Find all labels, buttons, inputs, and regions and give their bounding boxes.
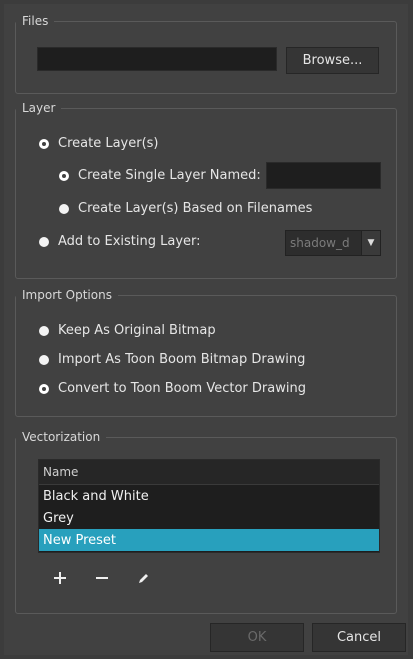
preset-item-grey[interactable]: Grey [39, 507, 379, 529]
create-single-layer-radio[interactable]: Create Single Layer Named: [59, 168, 261, 183]
pencil-icon[interactable] [133, 568, 153, 588]
vectorization-legend: Vectorization [22, 430, 101, 444]
create-layers-filenames-radio[interactable]: Create Layer(s) Based on Filenames [59, 201, 312, 216]
ok-button[interactable]: OK [210, 623, 304, 652]
radio-selected-icon [39, 383, 49, 394]
option-label: Keep As Original Bitmap [58, 323, 216, 338]
single-layer-name-input[interactable] [266, 162, 381, 189]
dropdown-arrow-icon[interactable]: ▼ [361, 231, 380, 255]
radio-unselected-icon [39, 325, 49, 336]
import-options-legend: Import Options [22, 288, 112, 302]
create-layers-radio[interactable]: Create Layer(s) [39, 136, 159, 151]
existing-layer-value: shadow_d [290, 236, 350, 250]
layer-legend: Layer [22, 101, 56, 115]
preset-list[interactable]: Name Black and White Grey New Preset [38, 459, 380, 553]
create-layers-filenames-label: Create Layer(s) Based on Filenames [78, 201, 313, 216]
radio-selected-icon [59, 170, 69, 181]
list-header-name[interactable]: Name [39, 460, 379, 485]
add-existing-layer-label: Add to Existing Layer: [58, 234, 201, 249]
import-images-dialog: Files Browse... Layer Create Layer(s) Cr… [4, 4, 408, 655]
radio-unselected-icon [39, 236, 49, 247]
create-layers-label: Create Layer(s) [58, 136, 159, 151]
file-path-field[interactable] [37, 47, 277, 71]
keep-original-bitmap-radio[interactable]: Keep As Original Bitmap [39, 323, 216, 338]
add-existing-layer-radio[interactable]: Add to Existing Layer: [39, 234, 201, 249]
cancel-button[interactable]: Cancel [312, 623, 406, 652]
preset-item-black-and-white[interactable]: Black and White [39, 485, 379, 507]
radio-unselected-icon [59, 203, 69, 214]
minus-icon[interactable] [92, 568, 112, 588]
browse-button[interactable]: Browse... [286, 47, 379, 74]
option-label: Convert to Toon Boom Vector Drawing [58, 381, 306, 396]
option-label: Import As Toon Boom Bitmap Drawing [58, 352, 306, 367]
radio-unselected-icon [39, 354, 49, 365]
preset-item-new-preset[interactable]: New Preset [39, 529, 379, 551]
create-single-layer-label: Create Single Layer Named: [78, 168, 261, 183]
radio-selected-icon [39, 138, 49, 149]
toon-boom-vector-radio[interactable]: Convert to Toon Boom Vector Drawing [39, 381, 306, 396]
existing-layer-combo[interactable]: shadow_d ▼ [285, 230, 381, 256]
files-legend: Files [22, 14, 49, 28]
toon-boom-bitmap-radio[interactable]: Import As Toon Boom Bitmap Drawing [39, 352, 305, 367]
plus-icon[interactable] [50, 568, 70, 588]
